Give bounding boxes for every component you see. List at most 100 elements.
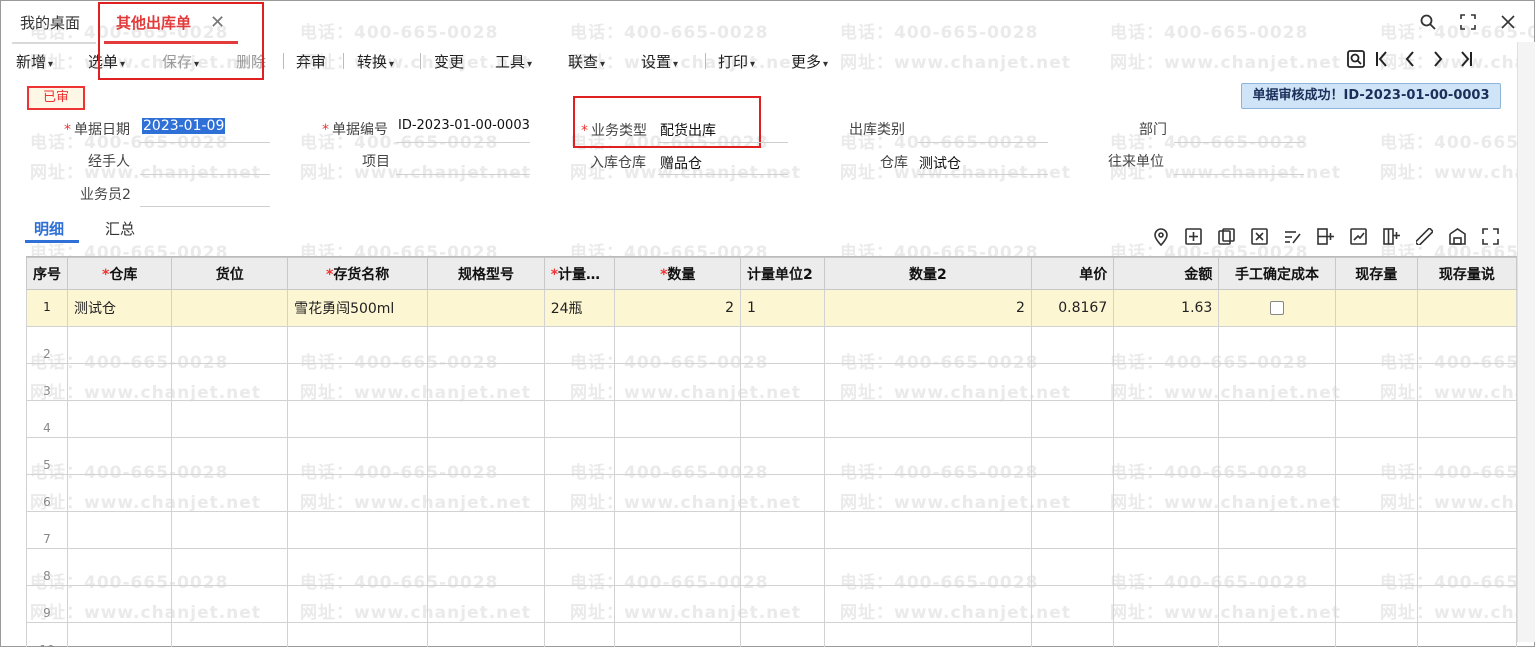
- cell-qty[interactable]: [614, 437, 742, 475]
- ruler-icon[interactable]: [1414, 226, 1435, 250]
- cell-location[interactable]: [171, 474, 289, 512]
- project-field[interactable]: [396, 174, 530, 175]
- department-field[interactable]: [1174, 142, 1304, 143]
- cell-spec[interactable]: [427, 622, 545, 647]
- cell-qty[interactable]: [614, 400, 742, 438]
- table-row[interactable]: 2: [26, 326, 1517, 364]
- cell-cost[interactable]: [1218, 585, 1336, 623]
- cell-unit[interactable]: [543, 437, 616, 475]
- cell-price[interactable]: [1030, 326, 1115, 364]
- table-row[interactable]: 6: [26, 474, 1517, 512]
- locate-icon[interactable]: [1150, 228, 1171, 250]
- cell-qty2[interactable]: [823, 511, 1032, 549]
- cell-spec[interactable]: [427, 326, 545, 364]
- column-header[interactable]: 数量2: [823, 257, 1032, 290]
- cell-item[interactable]: [287, 548, 429, 586]
- cell-stock-note[interactable]: [1416, 289, 1517, 327]
- cell-qty[interactable]: 2: [614, 289, 742, 327]
- cell-unit2[interactable]: 1: [740, 289, 825, 327]
- cell-qty[interactable]: [614, 363, 742, 401]
- cell-unit[interactable]: [543, 585, 616, 623]
- cell-unit2[interactable]: [740, 363, 825, 401]
- first-record-icon[interactable]: [1375, 49, 1389, 73]
- warehouse-field[interactable]: 测试仓: [919, 153, 961, 173]
- cell-location[interactable]: [171, 585, 289, 623]
- cell-no[interactable]: 6: [26, 474, 68, 512]
- column-header[interactable]: 现存量: [1334, 257, 1418, 290]
- in-warehouse-field[interactable]: 赠品仓: [660, 153, 702, 173]
- cell-spec[interactable]: [427, 400, 545, 438]
- tools-button[interactable]: 工具 ▾: [495, 51, 532, 72]
- cell-spec[interactable]: [427, 363, 545, 401]
- cell-spec[interactable]: [427, 289, 545, 327]
- cell-price[interactable]: [1030, 474, 1115, 512]
- cell-qty2[interactable]: [823, 585, 1032, 623]
- cell-unit[interactable]: [543, 511, 616, 549]
- column-header[interactable]: *仓库: [66, 257, 173, 290]
- cell-unit[interactable]: [543, 400, 616, 438]
- cell-unit2[interactable]: [740, 326, 825, 364]
- cell-no[interactable]: 1: [26, 289, 68, 327]
- cell-warehouse[interactable]: [66, 326, 173, 364]
- tab-summary[interactable]: 汇总: [105, 218, 135, 239]
- cell-no[interactable]: 9: [26, 585, 68, 623]
- table-row[interactable]: 1 测试仓 雪花勇闯500ml 24瓶 2 1 2 0.8167 1.63: [26, 289, 1517, 327]
- insert-column-icon[interactable]: [1315, 228, 1336, 250]
- cell-qty[interactable]: [614, 511, 742, 549]
- cell-price[interactable]: 0.8167: [1030, 289, 1115, 327]
- table-row[interactable]: 9: [26, 585, 1517, 623]
- cell-qty[interactable]: [614, 326, 742, 364]
- cell-item[interactable]: 雪花勇闯500ml: [287, 289, 429, 327]
- cell-unit[interactable]: [543, 548, 616, 586]
- cell-stock-note[interactable]: [1416, 548, 1517, 586]
- cell-spec[interactable]: [427, 548, 545, 586]
- settings-button[interactable]: 设置 ▾: [641, 51, 678, 72]
- cell-spec[interactable]: [427, 437, 545, 475]
- cell-stock-note[interactable]: [1416, 474, 1517, 512]
- cell-item[interactable]: [287, 437, 429, 475]
- salesman2-field[interactable]: [140, 206, 270, 207]
- cell-location[interactable]: [171, 511, 289, 549]
- split-icon[interactable]: [1381, 228, 1402, 250]
- vertical-scrollbar[interactable]: [1517, 42, 1535, 642]
- cell-price[interactable]: [1030, 548, 1115, 586]
- delete-row-icon[interactable]: [1249, 228, 1270, 250]
- cell-price[interactable]: [1030, 400, 1115, 438]
- expand-icon[interactable]: [1459, 14, 1477, 35]
- cell-cost[interactable]: [1218, 474, 1336, 512]
- cell-cost[interactable]: [1218, 326, 1336, 364]
- cell-amount[interactable]: [1113, 622, 1220, 647]
- add-row-icon[interactable]: [1183, 228, 1204, 250]
- cell-location[interactable]: [171, 326, 289, 364]
- cell-stock[interactable]: [1334, 622, 1418, 647]
- doc-date-field[interactable]: 2023-01-09: [142, 118, 226, 134]
- cell-item[interactable]: [287, 326, 429, 364]
- table-row[interactable]: 5: [26, 437, 1517, 475]
- cell-cost[interactable]: [1218, 622, 1336, 647]
- cell-no[interactable]: 2: [26, 326, 68, 364]
- prev-record-icon[interactable]: [1403, 49, 1417, 73]
- cell-location[interactable]: [171, 289, 289, 327]
- edit-column-icon[interactable]: [1282, 228, 1303, 250]
- cell-no[interactable]: 7: [26, 511, 68, 549]
- cell-stock[interactable]: [1334, 585, 1418, 623]
- out-category-field[interactable]: [918, 142, 1048, 143]
- cell-amount[interactable]: [1113, 400, 1220, 438]
- cell-spec[interactable]: [427, 511, 545, 549]
- table-row[interactable]: 4: [26, 400, 1517, 438]
- handler-field[interactable]: [140, 174, 270, 175]
- cell-warehouse[interactable]: [66, 363, 173, 401]
- cell-stock[interactable]: [1334, 548, 1418, 586]
- abandon-audit-button[interactable]: 弃审: [296, 51, 326, 72]
- cell-amount[interactable]: [1113, 326, 1220, 364]
- column-header[interactable]: *数量: [614, 257, 742, 290]
- cell-location[interactable]: [171, 363, 289, 401]
- cell-item[interactable]: [287, 585, 429, 623]
- cell-qty[interactable]: [614, 474, 742, 512]
- column-header[interactable]: 现存量说: [1416, 257, 1517, 290]
- cell-warehouse[interactable]: [66, 585, 173, 623]
- cell-unit2[interactable]: [740, 400, 825, 438]
- cell-qty2[interactable]: [823, 326, 1032, 364]
- last-record-icon[interactable]: [1459, 49, 1473, 73]
- preview-icon[interactable]: [1347, 49, 1365, 73]
